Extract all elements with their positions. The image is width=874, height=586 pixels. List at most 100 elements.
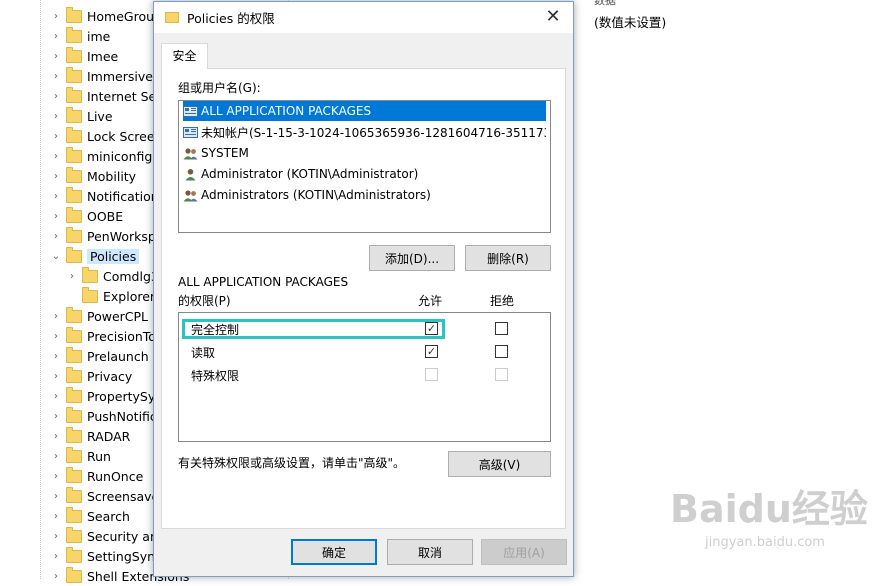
tree-item[interactable]: › SettingSync: [50, 546, 162, 566]
tree-item[interactable]: › RADAR: [50, 426, 130, 446]
tree-item[interactable]: › Search: [50, 506, 130, 526]
ok-button[interactable]: 确定: [291, 539, 377, 565]
dialog-titlebar[interactable]: Policies 的权限 ✕: [154, 2, 573, 33]
tree-item[interactable]: › Lock Screen: [50, 126, 162, 146]
chevron-right-icon[interactable]: ›: [50, 311, 62, 322]
users-group-icon: [183, 189, 198, 202]
permission-name: 特殊权限: [191, 368, 240, 383]
chevron-right-icon[interactable]: ›: [50, 391, 62, 402]
chevron-right-icon[interactable]: ›: [50, 51, 62, 62]
tree-item[interactable]: › PropertySys: [50, 386, 162, 406]
chevron-right-icon[interactable]: ›: [50, 551, 62, 562]
cancel-button[interactable]: 取消: [387, 539, 473, 565]
user-name: 未知帐户(S-1-15-3-1024-1065365936-1281604716…: [201, 125, 546, 140]
allow-header: 允许: [418, 294, 443, 308]
apply-button[interactable]: 应用(A): [481, 539, 567, 565]
tab-security[interactable]: 安全: [161, 43, 208, 69]
chevron-right-icon[interactable]: ›: [50, 431, 62, 442]
chevron-right-icon[interactable]: ›: [50, 351, 62, 362]
value-column-header[interactable]: 数据: [594, 0, 616, 8]
tree-item[interactable]: › Privacy: [50, 366, 132, 386]
tree-item[interactable]: › Notification: [50, 186, 159, 206]
allow-checkbox[interactable]: ✓: [425, 322, 438, 335]
tree-item[interactable]: › OOBE: [50, 206, 123, 226]
tree-item[interactable]: › RunOnce: [50, 466, 143, 486]
close-icon[interactable]: ✕: [543, 7, 563, 27]
tree-item[interactable]: › miniconfig: [50, 146, 152, 166]
folder-icon: [66, 106, 82, 123]
user-list-item[interactable]: SYSTEM: [183, 143, 546, 163]
tree-item[interactable]: › PushNotifica: [50, 406, 164, 426]
chevron-right-icon[interactable]: ›: [50, 131, 62, 142]
tree-item[interactable]: › HomeGroup: [50, 6, 162, 26]
tree-item[interactable]: › ImmersiveS: [50, 66, 161, 86]
chevron-right-icon[interactable]: ›: [50, 371, 62, 382]
tree-item-label: Search: [87, 508, 130, 524]
tree-item-label: Imee: [87, 48, 119, 64]
chevron-right-icon[interactable]: ›: [50, 231, 62, 242]
tree-item[interactable]: › Comdlg3: [66, 266, 159, 286]
remove-button[interactable]: 删除(R): [465, 245, 551, 271]
chevron-right-icon[interactable]: ›: [50, 211, 62, 222]
chevron-right-icon[interactable]: ›: [50, 111, 62, 122]
tree-item[interactable]: › Screensaver: [50, 486, 164, 506]
deny-checkbox[interactable]: [495, 345, 508, 358]
chevron-right-icon[interactable]: ›: [50, 471, 62, 482]
folder-icon: [66, 246, 82, 263]
folder-icon: [66, 486, 82, 503]
chevron-right-icon[interactable]: ›: [50, 91, 62, 102]
chevron-right-icon[interactable]: ›: [66, 271, 78, 282]
chevron-right-icon[interactable]: ›: [50, 491, 62, 502]
permission-list[interactable]: 完全控制 ✓ 读取 ✓ 特殊权限: [178, 312, 551, 442]
user-list-item[interactable]: 未知帐户(S-1-15-3-1024-1065365936-1281604716…: [183, 122, 546, 142]
user-list-item[interactable]: Administrators (KOTIN\Administrators): [183, 185, 546, 205]
chevron-right-icon[interactable]: ›: [50, 11, 62, 22]
folder-icon: [66, 566, 82, 583]
chevron-right-icon[interactable]: ›: [50, 331, 62, 342]
folder-icon: [66, 506, 82, 523]
tree-item[interactable]: › Internet Set: [50, 86, 161, 106]
chevron-right-icon[interactable]: ›: [50, 151, 62, 162]
chevron-right-icon[interactable]: ›: [50, 171, 62, 182]
allow-checkbox[interactable]: ✓: [425, 345, 438, 358]
tree-item[interactable]: › Run: [50, 446, 111, 466]
folder-icon: [66, 366, 82, 383]
tree-item[interactable]: Explorer: [66, 286, 155, 306]
tree-item[interactable]: › PenWorksp: [50, 226, 156, 246]
deny-checkbox[interactable]: [495, 322, 508, 335]
tree-item[interactable]: › PowerCPL: [50, 306, 148, 326]
folder-icon: [82, 266, 98, 283]
folder-icon: [66, 526, 82, 543]
permission-row: 读取: [191, 342, 215, 362]
deny-checkbox[interactable]: [495, 368, 508, 381]
tree-item[interactable]: ⌄ Policies: [50, 246, 140, 266]
chevron-right-icon[interactable]: ›: [50, 31, 62, 42]
advanced-button[interactable]: 高级(V): [448, 451, 551, 477]
user-list[interactable]: ALL APPLICATION PACKAGES 未知帐户(S-1-15-3-10…: [178, 100, 551, 233]
tree-item[interactable]: › PrecisionTo: [50, 326, 156, 346]
tree-item[interactable]: › Prelaunch: [50, 346, 149, 366]
value-data-text[interactable]: (数值未设置): [594, 12, 666, 31]
chevron-down-icon[interactable]: ⌄: [50, 251, 62, 262]
allow-checkbox[interactable]: [425, 368, 438, 381]
add-button[interactable]: 添加(D)...: [369, 245, 455, 271]
folder-icon: [66, 226, 82, 243]
tree-item-label: miniconfig: [87, 148, 153, 164]
user-list-item[interactable]: ALL APPLICATION PACKAGES: [183, 101, 546, 121]
chevron-right-icon[interactable]: ›: [50, 71, 62, 82]
chevron-right-icon[interactable]: ›: [50, 191, 62, 202]
tree-item[interactable]: › Security and: [50, 526, 166, 546]
chevron-right-icon[interactable]: ›: [50, 411, 62, 422]
chevron-right-icon[interactable]: ›: [50, 511, 62, 522]
tree-item[interactable]: › Imee: [50, 46, 118, 66]
chevron-right-icon[interactable]: ›: [50, 531, 62, 542]
tree-item[interactable]: › Live: [50, 106, 113, 126]
tree-guide-line: [40, 0, 41, 579]
user-list-item[interactable]: Administrator (KOTIN\Administrator): [183, 164, 546, 184]
tree-item-label: SettingSync: [87, 548, 162, 564]
folder-icon: [66, 6, 82, 23]
tree-item[interactable]: › ime: [50, 26, 110, 46]
chevron-right-icon[interactable]: ›: [50, 451, 62, 462]
tree-item[interactable]: › Mobility: [50, 166, 136, 186]
chevron-right-icon[interactable]: ›: [50, 571, 62, 582]
